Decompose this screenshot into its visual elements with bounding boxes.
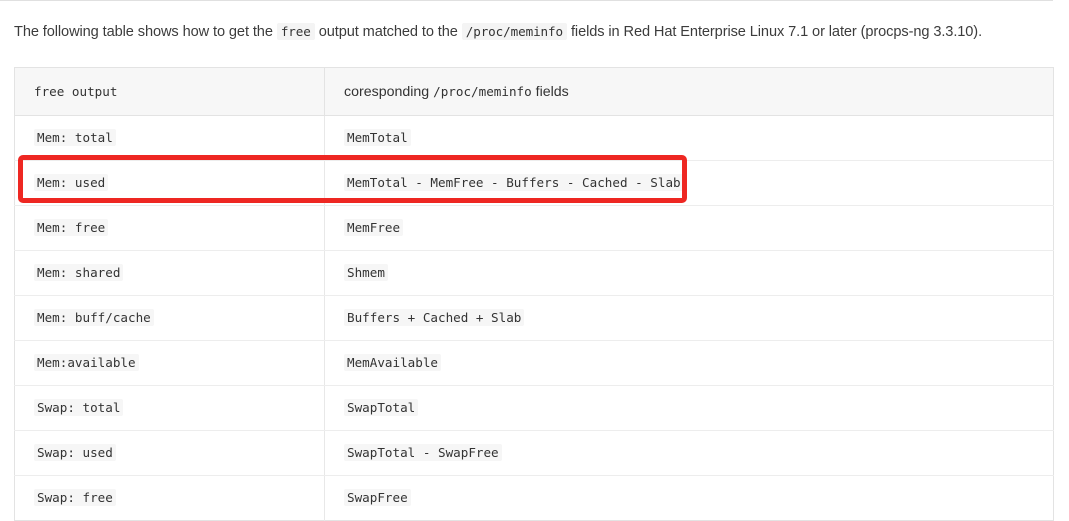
cell-meminfo-field: MemTotal <box>324 115 1054 161</box>
cell-meminfo-field: SwapTotal - SwapFree <box>324 430 1054 476</box>
inline-code-proc-meminfo: /proc/meminfo <box>461 22 568 40</box>
cell-meminfo-field: SwapFree <box>324 475 1054 521</box>
cell-free-output: Mem:available <box>14 340 325 386</box>
meminfo-field-value: Shmem <box>344 264 388 281</box>
table-row: Mem: total MemTotal <box>14 115 1054 161</box>
column-header-meminfo-code: /proc/meminfo <box>433 83 532 99</box>
cell-free-output: Swap: used <box>14 430 325 476</box>
meminfo-field-value: MemAvailable <box>344 354 441 371</box>
table-body: Mem: total MemTotal Mem: used MemTotal -… <box>14 115 1054 521</box>
cell-free-output: Mem: shared <box>14 250 325 296</box>
column-header-meminfo-prefix: coresponding <box>344 83 434 100</box>
free-output-value: Mem: total <box>34 129 116 146</box>
free-output-value: Mem:available <box>34 354 139 371</box>
free-output-value: Mem: free <box>34 219 109 236</box>
cell-meminfo-field: Shmem <box>324 250 1054 296</box>
table-row: Mem: free MemFree <box>14 205 1054 251</box>
table-row: Mem: used MemTotal - MemFree - Buffers -… <box>14 160 1054 206</box>
meminfo-table-container: free output coresponding /proc/meminfo f… <box>14 67 1054 521</box>
free-to-meminfo-table: free output coresponding /proc/meminfo f… <box>14 67 1054 521</box>
intro-text-part-2: output matched to the <box>314 23 462 40</box>
cell-free-output: Swap: free <box>14 475 325 521</box>
table-header: free output coresponding /proc/meminfo f… <box>14 67 1054 116</box>
cell-meminfo-field: MemTotal - MemFree - Buffers - Cached - … <box>324 160 1054 206</box>
table-row: Swap: free SwapFree <box>14 475 1054 521</box>
meminfo-field-value: SwapFree <box>344 489 411 506</box>
table-header-row: free output coresponding /proc/meminfo f… <box>14 67 1054 116</box>
meminfo-field-value: SwapTotal <box>344 399 419 416</box>
column-header-free-output-label: free output <box>34 83 118 99</box>
intro-text-part-1: The following table shows how to get the <box>14 23 277 40</box>
cell-meminfo-field: MemAvailable <box>324 340 1054 386</box>
column-header-meminfo-fields: coresponding /proc/meminfo fields <box>324 67 1054 116</box>
free-output-value: Mem: buff/cache <box>34 309 154 326</box>
cell-meminfo-field: MemFree <box>324 205 1054 251</box>
free-output-value: Swap: free <box>34 489 116 506</box>
table-row: Mem:available MemAvailable <box>14 340 1054 386</box>
cell-free-output: Swap: total <box>14 385 325 431</box>
cell-free-output: Mem: total <box>14 115 325 161</box>
meminfo-field-value: SwapTotal - SwapFree <box>344 444 502 461</box>
cell-free-output: Mem: free <box>14 205 325 251</box>
free-output-value: Mem: shared <box>34 264 124 281</box>
free-output-value: Swap: total <box>34 399 124 416</box>
table-row: Swap: total SwapTotal <box>14 385 1054 431</box>
table-row: Mem: shared Shmem <box>14 250 1054 296</box>
intro-paragraph: The following table shows how to get the… <box>14 19 1044 45</box>
inline-code-free: free <box>276 22 315 40</box>
column-header-free-output: free output <box>14 67 325 116</box>
free-output-value: Mem: used <box>34 174 109 191</box>
cell-meminfo-field: SwapTotal <box>324 385 1054 431</box>
column-header-meminfo-suffix: fields <box>531 83 569 100</box>
page-top-divider <box>0 0 1053 1</box>
cell-meminfo-field: Buffers + Cached + Slab <box>324 295 1054 341</box>
meminfo-field-value: MemTotal - MemFree - Buffers - Cached - … <box>344 174 684 191</box>
table-row: Mem: buff/cache Buffers + Cached + Slab <box>14 295 1054 341</box>
free-output-value: Swap: used <box>34 444 116 461</box>
cell-free-output: Mem: used <box>14 160 325 206</box>
cell-free-output: Mem: buff/cache <box>14 295 325 341</box>
meminfo-field-value: MemTotal <box>344 129 411 146</box>
meminfo-field-value: Buffers + Cached + Slab <box>344 309 525 326</box>
meminfo-field-value: MemFree <box>344 219 404 236</box>
intro-text-part-3: fields in Red Hat Enterprise Linux 7.1 o… <box>567 23 983 40</box>
table-row: Swap: used SwapTotal - SwapFree <box>14 430 1054 476</box>
